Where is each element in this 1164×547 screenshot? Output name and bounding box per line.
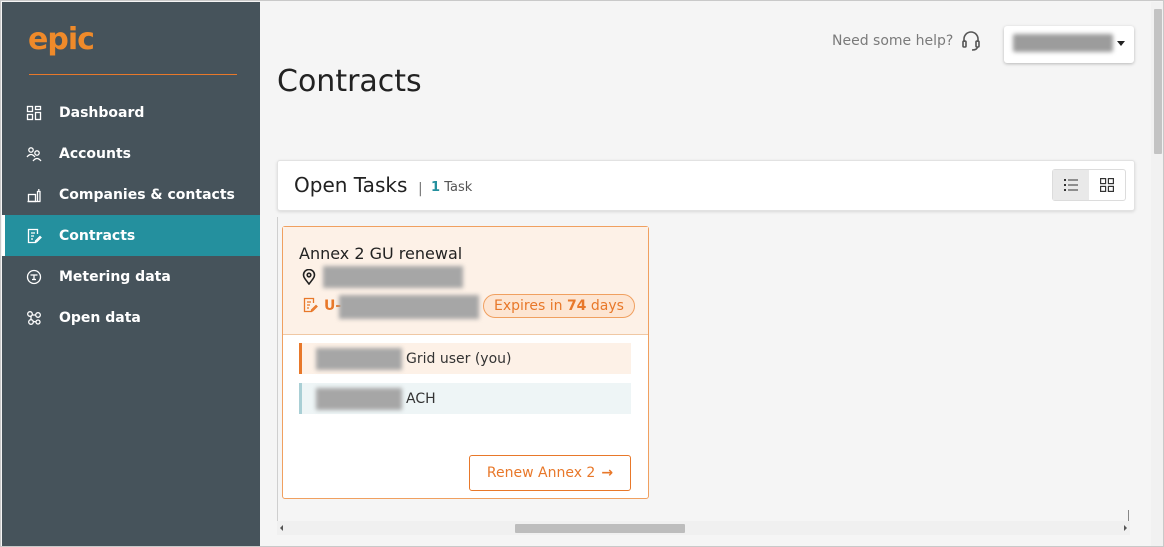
companies-icon [26, 187, 42, 203]
horizontal-scrollbar[interactable] [277, 521, 1130, 535]
sidebar-item-dashboard[interactable]: Dashboard [2, 92, 260, 133]
dashboard-icon [26, 105, 42, 121]
party-role: Grid user (you) [406, 350, 512, 367]
sidebar-item-label: Contracts [59, 227, 136, 244]
open-tasks-header: Open Tasks | 1 Task [277, 160, 1135, 211]
location-pin-icon [302, 269, 316, 285]
open-data-icon [26, 310, 42, 326]
arrow-right-icon: → [601, 465, 614, 481]
user-account-dropdown[interactable] [1004, 26, 1134, 63]
contracts-icon [26, 228, 42, 244]
list-view-button[interactable] [1053, 170, 1089, 200]
accounts-icon [26, 146, 42, 162]
contract-icon [303, 297, 318, 313]
separator: | [418, 181, 423, 197]
sidebar-nav: Dashboard Accounts Companies & contacts … [2, 92, 260, 338]
page-title: Contracts [277, 64, 422, 99]
sidebar-item-label: Accounts [59, 145, 132, 162]
party-name-redacted [316, 347, 402, 370]
sidebar-item-metering-data[interactable]: Metering data [2, 256, 260, 297]
party-ach: ACH [299, 383, 631, 414]
sidebar-item-label: Metering data [59, 268, 171, 285]
open-tasks-title: Open Tasks [294, 173, 408, 197]
sidebar: epic Dashboard Accounts Companies & cont… [2, 2, 260, 546]
sidebar-item-contracts[interactable]: Contracts [2, 215, 260, 256]
sidebar-item-label: Dashboard [59, 104, 145, 121]
sidebar-item-accounts[interactable]: Accounts [2, 133, 260, 174]
caret-down-icon [1117, 41, 1125, 46]
metering-icon [26, 269, 42, 285]
sidebar-item-label: Open data [59, 309, 141, 326]
help-link[interactable]: Need some help? [832, 30, 981, 52]
vertical-scrollbar[interactable] [1151, 2, 1163, 546]
party-grid-user: Grid user (you) [299, 343, 631, 374]
vertical-scroll-thumb[interactable] [1154, 9, 1162, 154]
renew-label: Renew Annex 2 [486, 465, 596, 481]
renew-annex-button[interactable]: Renew Annex 2 → [469, 455, 631, 491]
help-text: Need some help? [832, 33, 954, 49]
headset-icon [962, 31, 981, 51]
scroll-right-icon[interactable] [1124, 525, 1127, 531]
task-card: Annex 2 GU renewal U- Expires in 74 days… [282, 226, 649, 499]
sidebar-item-label: Companies & contacts [59, 186, 235, 203]
view-toggle [1052, 169, 1126, 201]
user-name-redacted [1013, 34, 1113, 52]
sidebar-item-open-data[interactable]: Open data [2, 297, 260, 338]
list-icon [1064, 179, 1078, 191]
main-content: Need some help? Contracts Open Tasks | 1… [261, 2, 1151, 546]
party-name-redacted [316, 387, 402, 410]
horizontal-scroll-thumb[interactable] [515, 524, 685, 533]
sidebar-item-companies-contacts[interactable]: Companies & contacts [2, 174, 260, 215]
scroll-left-icon[interactable] [280, 525, 283, 531]
tasks-left-border [277, 217, 278, 532]
grid-icon [1100, 178, 1114, 192]
task-count: 1 Task [431, 180, 473, 195]
logo[interactable]: epic [28, 22, 95, 58]
party-role: ACH [406, 390, 436, 407]
task-title: Annex 2 GU renewal [299, 244, 463, 263]
task-card-header: Annex 2 GU renewal U- Expires in 74 days [283, 227, 648, 335]
address-redacted [323, 266, 463, 288]
grid-view-button[interactable] [1089, 170, 1125, 200]
expiry-badge: Expires in 74 days [483, 294, 635, 318]
contract-id-redacted [339, 295, 479, 319]
app-window: epic Dashboard Accounts Companies & cont… [0, 0, 1164, 547]
logo-divider [29, 74, 237, 75]
